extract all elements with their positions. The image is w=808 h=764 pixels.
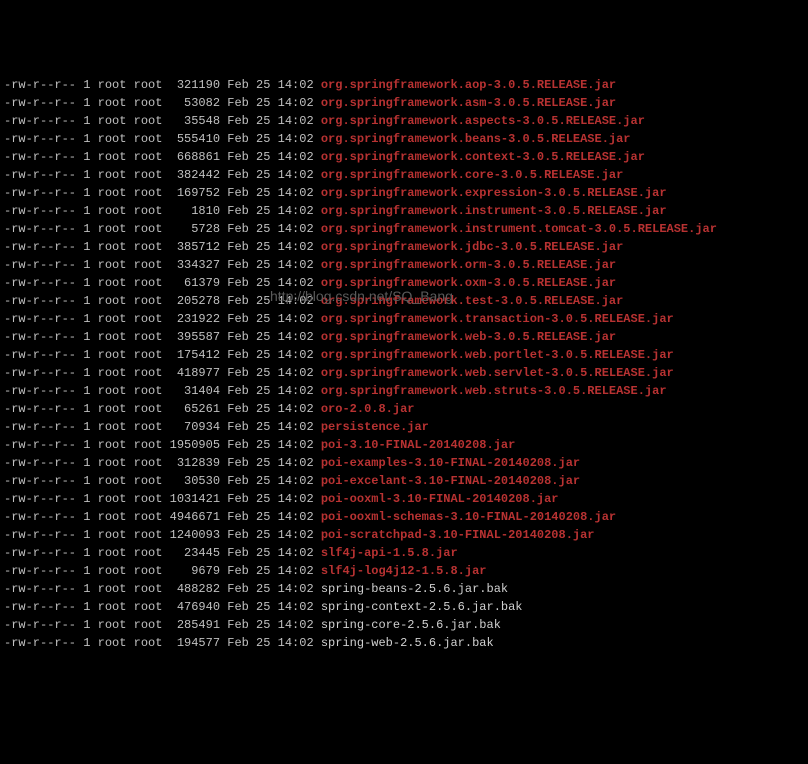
file-meta: -rw-r--r-- 1 root root 312839 Feb 25 14:… <box>4 456 321 470</box>
file-meta: -rw-r--r-- 1 root root 334327 Feb 25 14:… <box>4 258 321 272</box>
file-name: org.springframework.asm-3.0.5.RELEASE.ja… <box>321 96 616 110</box>
file-name: oro-2.0.8.jar <box>321 402 415 416</box>
file-name: poi-excelant-3.10-FINAL-20140208.jar <box>321 474 580 488</box>
file-meta: -rw-r--r-- 1 root root 488282 Feb 25 14:… <box>4 582 321 596</box>
file-row: -rw-r--r-- 1 root root 23445 Feb 25 14:0… <box>4 544 804 562</box>
file-row: -rw-r--r-- 1 root root 65261 Feb 25 14:0… <box>4 400 804 418</box>
file-meta: -rw-r--r-- 1 root root 65261 Feb 25 14:0… <box>4 402 321 416</box>
file-row: -rw-r--r-- 1 root root 1950905 Feb 25 14… <box>4 436 804 454</box>
file-name: org.springframework.web.portlet-3.0.5.RE… <box>321 348 674 362</box>
file-name: org.springframework.orm-3.0.5.RELEASE.ja… <box>321 258 616 272</box>
file-name: org.springframework.oxm-3.0.5.RELEASE.ja… <box>321 276 616 290</box>
file-name: org.springframework.beans-3.0.5.RELEASE.… <box>321 132 631 146</box>
file-name: org.springframework.instrument.tomcat-3.… <box>321 222 717 236</box>
file-name: poi-ooxml-schemas-3.10-FINAL-20140208.ja… <box>321 510 616 524</box>
file-row: -rw-r--r-- 1 root root 169752 Feb 25 14:… <box>4 184 804 202</box>
file-row: -rw-r--r-- 1 root root 231922 Feb 25 14:… <box>4 310 804 328</box>
file-name: org.springframework.web.servlet-3.0.5.RE… <box>321 366 674 380</box>
file-row: -rw-r--r-- 1 root root 1810 Feb 25 14:02… <box>4 202 804 220</box>
file-row: -rw-r--r-- 1 root root 488282 Feb 25 14:… <box>4 580 804 598</box>
file-name: poi-examples-3.10-FINAL-20140208.jar <box>321 456 580 470</box>
file-meta: -rw-r--r-- 1 root root 285491 Feb 25 14:… <box>4 618 321 632</box>
file-row: -rw-r--r-- 1 root root 175412 Feb 25 14:… <box>4 346 804 364</box>
file-meta: -rw-r--r-- 1 root root 175412 Feb 25 14:… <box>4 348 321 362</box>
file-meta: -rw-r--r-- 1 root root 385712 Feb 25 14:… <box>4 240 321 254</box>
file-meta: -rw-r--r-- 1 root root 5728 Feb 25 14:02 <box>4 222 321 236</box>
file-name: org.springframework.core-3.0.5.RELEASE.j… <box>321 168 623 182</box>
file-row: -rw-r--r-- 1 root root 395587 Feb 25 14:… <box>4 328 804 346</box>
file-row: -rw-r--r-- 1 root root 9679 Feb 25 14:02… <box>4 562 804 580</box>
file-meta: -rw-r--r-- 1 root root 1950905 Feb 25 14… <box>4 438 321 452</box>
file-row: -rw-r--r-- 1 root root 1240093 Feb 25 14… <box>4 526 804 544</box>
file-listing: -rw-r--r-- 1 root root 321190 Feb 25 14:… <box>4 76 804 652</box>
file-row: -rw-r--r-- 1 root root 668861 Feb 25 14:… <box>4 148 804 166</box>
file-meta: -rw-r--r-- 1 root root 23445 Feb 25 14:0… <box>4 546 321 560</box>
file-name: persistence.jar <box>321 420 429 434</box>
file-meta: -rw-r--r-- 1 root root 53082 Feb 25 14:0… <box>4 96 321 110</box>
file-row: -rw-r--r-- 1 root root 31404 Feb 25 14:0… <box>4 382 804 400</box>
file-row: -rw-r--r-- 1 root root 555410 Feb 25 14:… <box>4 130 804 148</box>
file-row: -rw-r--r-- 1 root root 194577 Feb 25 14:… <box>4 634 804 652</box>
file-meta: -rw-r--r-- 1 root root 169752 Feb 25 14:… <box>4 186 321 200</box>
file-name: org.springframework.aop-3.0.5.RELEASE.ja… <box>321 78 616 92</box>
file-name: poi-scratchpad-3.10-FINAL-20140208.jar <box>321 528 595 542</box>
file-meta: -rw-r--r-- 1 root root 1031421 Feb 25 14… <box>4 492 321 506</box>
file-meta: -rw-r--r-- 1 root root 668861 Feb 25 14:… <box>4 150 321 164</box>
file-row: -rw-r--r-- 1 root root 4946671 Feb 25 14… <box>4 508 804 526</box>
file-meta: -rw-r--r-- 1 root root 231922 Feb 25 14:… <box>4 312 321 326</box>
file-row: -rw-r--r-- 1 root root 1031421 Feb 25 14… <box>4 490 804 508</box>
file-name: org.springframework.instrument-3.0.5.REL… <box>321 204 667 218</box>
file-row: -rw-r--r-- 1 root root 334327 Feb 25 14:… <box>4 256 804 274</box>
file-meta: -rw-r--r-- 1 root root 1810 Feb 25 14:02 <box>4 204 321 218</box>
file-row: -rw-r--r-- 1 root root 382442 Feb 25 14:… <box>4 166 804 184</box>
file-name: spring-context-2.5.6.jar.bak <box>321 600 523 614</box>
file-name: spring-web-2.5.6.jar.bak <box>321 636 494 650</box>
file-row: -rw-r--r-- 1 root root 285491 Feb 25 14:… <box>4 616 804 634</box>
file-meta: -rw-r--r-- 1 root root 9679 Feb 25 14:02 <box>4 564 321 578</box>
file-meta: -rw-r--r-- 1 root root 70934 Feb 25 14:0… <box>4 420 321 434</box>
file-meta: -rw-r--r-- 1 root root 4946671 Feb 25 14… <box>4 510 321 524</box>
file-name: slf4j-api-1.5.8.jar <box>321 546 458 560</box>
file-row: -rw-r--r-- 1 root root 385712 Feb 25 14:… <box>4 238 804 256</box>
file-meta: -rw-r--r-- 1 root root 194577 Feb 25 14:… <box>4 636 321 650</box>
file-name: poi-3.10-FINAL-20140208.jar <box>321 438 515 452</box>
file-name: org.springframework.web-3.0.5.RELEASE.ja… <box>321 330 616 344</box>
file-row: -rw-r--r-- 1 root root 205278 Feb 25 14:… <box>4 292 804 310</box>
file-meta: -rw-r--r-- 1 root root 61379 Feb 25 14:0… <box>4 276 321 290</box>
file-row: -rw-r--r-- 1 root root 35548 Feb 25 14:0… <box>4 112 804 130</box>
file-meta: -rw-r--r-- 1 root root 418977 Feb 25 14:… <box>4 366 321 380</box>
file-row: -rw-r--r-- 1 root root 476940 Feb 25 14:… <box>4 598 804 616</box>
file-name: org.springframework.jdbc-3.0.5.RELEASE.j… <box>321 240 623 254</box>
file-name: org.springframework.expression-3.0.5.REL… <box>321 186 667 200</box>
file-meta: -rw-r--r-- 1 root root 395587 Feb 25 14:… <box>4 330 321 344</box>
file-row: -rw-r--r-- 1 root root 5728 Feb 25 14:02… <box>4 220 804 238</box>
file-meta: -rw-r--r-- 1 root root 555410 Feb 25 14:… <box>4 132 321 146</box>
file-name: spring-beans-2.5.6.jar.bak <box>321 582 508 596</box>
file-row: -rw-r--r-- 1 root root 418977 Feb 25 14:… <box>4 364 804 382</box>
file-meta: -rw-r--r-- 1 root root 1240093 Feb 25 14… <box>4 528 321 542</box>
file-meta: -rw-r--r-- 1 root root 30530 Feb 25 14:0… <box>4 474 321 488</box>
file-meta: -rw-r--r-- 1 root root 321190 Feb 25 14:… <box>4 78 321 92</box>
file-name: org.springframework.aspects-3.0.5.RELEAS… <box>321 114 645 128</box>
file-name: org.springframework.context-3.0.5.RELEAS… <box>321 150 645 164</box>
file-name: org.springframework.web.struts-3.0.5.REL… <box>321 384 667 398</box>
file-meta: -rw-r--r-- 1 root root 205278 Feb 25 14:… <box>4 294 321 308</box>
file-row: -rw-r--r-- 1 root root 53082 Feb 25 14:0… <box>4 94 804 112</box>
file-row: -rw-r--r-- 1 root root 70934 Feb 25 14:0… <box>4 418 804 436</box>
file-name: spring-core-2.5.6.jar.bak <box>321 618 501 632</box>
file-meta: -rw-r--r-- 1 root root 382442 Feb 25 14:… <box>4 168 321 182</box>
file-name: slf4j-log4j12-1.5.8.jar <box>321 564 487 578</box>
file-row: -rw-r--r-- 1 root root 61379 Feb 25 14:0… <box>4 274 804 292</box>
file-row: -rw-r--r-- 1 root root 30530 Feb 25 14:0… <box>4 472 804 490</box>
file-meta: -rw-r--r-- 1 root root 31404 Feb 25 14:0… <box>4 384 321 398</box>
file-meta: -rw-r--r-- 1 root root 35548 Feb 25 14:0… <box>4 114 321 128</box>
file-row: -rw-r--r-- 1 root root 312839 Feb 25 14:… <box>4 454 804 472</box>
file-name: org.springframework.test-3.0.5.RELEASE.j… <box>321 294 623 308</box>
file-name: poi-ooxml-3.10-FINAL-20140208.jar <box>321 492 559 506</box>
file-row: -rw-r--r-- 1 root root 321190 Feb 25 14:… <box>4 76 804 94</box>
file-meta: -rw-r--r-- 1 root root 476940 Feb 25 14:… <box>4 600 321 614</box>
file-name: org.springframework.transaction-3.0.5.RE… <box>321 312 674 326</box>
